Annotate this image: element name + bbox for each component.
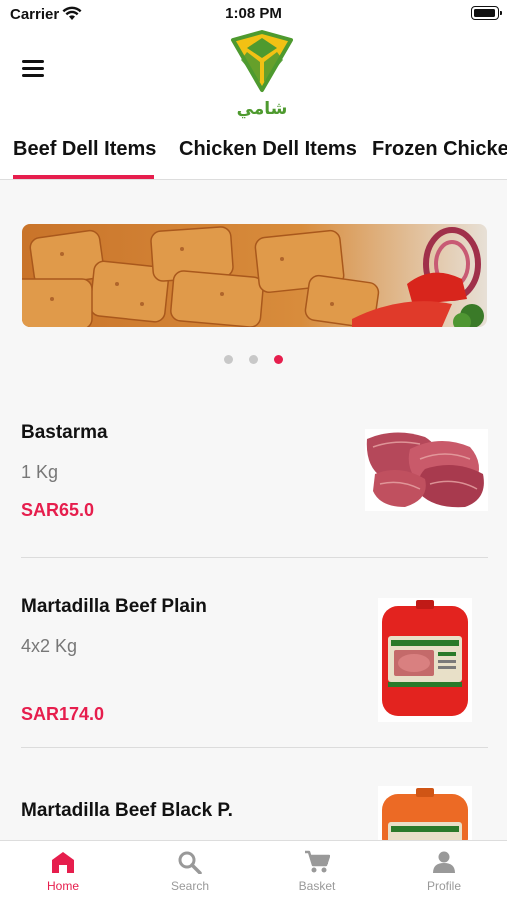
product-image: [378, 598, 472, 722]
promo-banner[interactable]: [22, 224, 487, 327]
product-unit: 1 Kg: [21, 462, 59, 482]
nav-label: Profile: [426, 879, 461, 893]
home-icon: [52, 852, 74, 873]
search-icon: [178, 851, 202, 874]
nav-home[interactable]: Home: [0, 841, 126, 900]
clock: 1:08 PM: [225, 5, 282, 22]
product-card-bastarma[interactable]: Bastarma 1 Kg SAR65.0: [0, 405, 507, 555]
product-name: Bastarma: [21, 422, 108, 443]
product-unit: 4x2 Kg: [21, 636, 78, 656]
product-price: SAR174.0: [21, 704, 105, 724]
product-image: [378, 786, 472, 840]
status-bar: Carrier 1:08 PM: [0, 0, 507, 28]
person-icon: [433, 851, 455, 873]
product-name: Martadilla Beef Black P.: [21, 800, 233, 821]
logo-wordmark: شامي: [237, 99, 288, 119]
nav-profile[interactable]: Profile: [381, 841, 507, 900]
product-image: [365, 429, 488, 511]
nav-basket[interactable]: Basket: [254, 841, 380, 900]
app-header: شامي: [0, 28, 507, 126]
brand-logo: شامي: [227, 30, 297, 120]
product-card-martadilla-beef-black-p[interactable]: Martadilla Beef Black P.: [0, 770, 507, 840]
row-divider: [21, 557, 488, 558]
hamburger-menu-icon[interactable]: [22, 60, 48, 82]
app-screen: Carrier 1:08 PM شامي Beef Dell Items Chi…: [0, 0, 507, 900]
product-price: SAR65.0: [21, 500, 95, 520]
active-tab-indicator: [13, 175, 154, 179]
tab-frozen-chicken[interactable]: Frozen Chicken: [372, 138, 507, 161]
product-name: Martadilla Beef Plain: [21, 596, 207, 617]
product-card-martadilla-beef-plain[interactable]: Martadilla Beef Plain 4x2 Kg SAR174.0: [0, 580, 507, 745]
category-tabs: Beef Dell Items Chicken Dell Items Froze…: [0, 126, 507, 180]
battery-icon: [471, 6, 502, 20]
carousel-dots: [0, 351, 507, 369]
nav-search[interactable]: Search: [127, 841, 253, 900]
carousel-dot[interactable]: [249, 355, 258, 364]
cart-icon: [305, 850, 330, 873]
tab-chicken-dell-items[interactable]: Chicken Dell Items: [179, 138, 357, 161]
carousel-dot[interactable]: [223, 355, 233, 364]
carousel-dot-active[interactable]: [274, 355, 284, 364]
nav-label: Search: [170, 879, 210, 893]
nav-label: Home: [46, 879, 79, 893]
tab-beef-dell-items[interactable]: Beef Dell Items: [13, 138, 156, 161]
bottom-tab-bar: Home Search Basket Profile: [0, 840, 507, 900]
row-divider: [21, 747, 488, 748]
nav-label: Basket: [298, 879, 336, 893]
